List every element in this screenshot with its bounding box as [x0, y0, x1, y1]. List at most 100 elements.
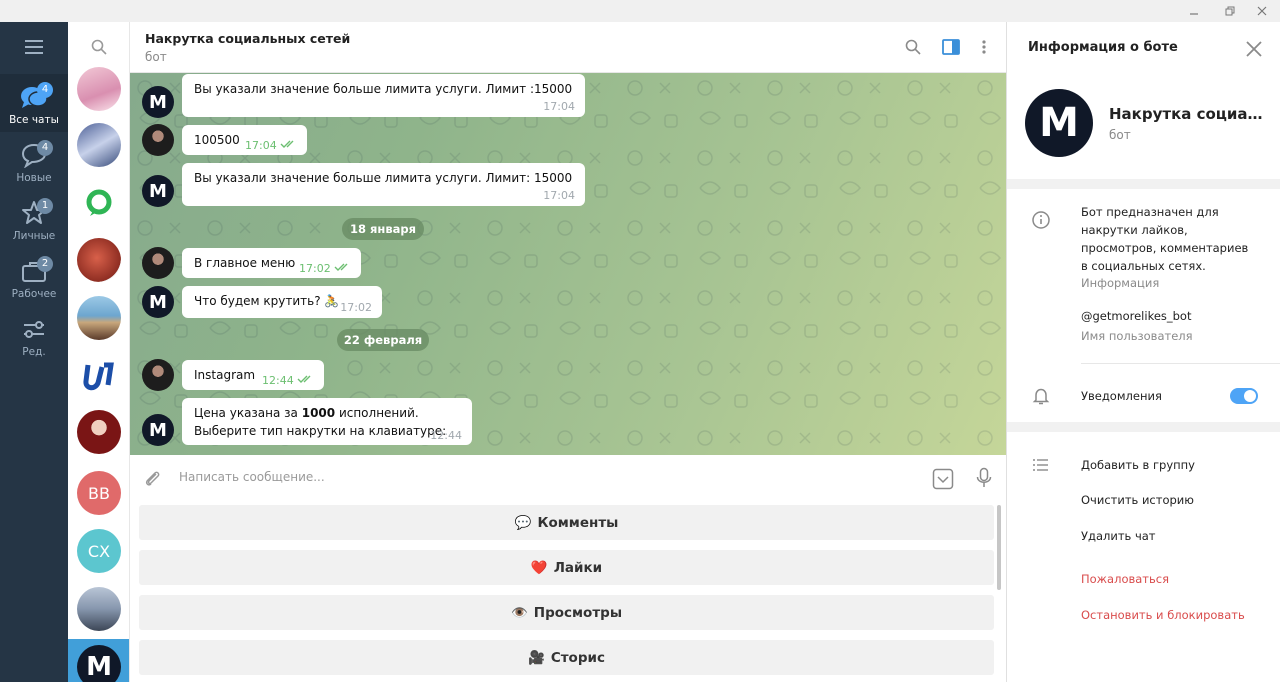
keyboard-button-stories[interactable]: 🎥 Сторис: [139, 640, 994, 675]
folders-sidebar: 4 Все чаты 4 Новые 1 Личные 2 Рабочее Ре…: [0, 22, 68, 682]
bot-avatar[interactable]: M: [142, 175, 174, 207]
chat-avatar[interactable]: [77, 238, 121, 282]
search-icon[interactable]: [68, 22, 129, 72]
message-bubble-in[interactable]: Вы указали значение больше лимита услуги…: [182, 74, 585, 117]
folder-label: Рабочее: [11, 288, 57, 300]
folder-work[interactable]: 2 Рабочее: [0, 248, 68, 306]
keyboard-button-label: Сторис: [550, 649, 605, 666]
unread-badge: 4: [37, 140, 53, 156]
chat-title[interactable]: Накрутка социальных сетей: [145, 31, 350, 46]
message-text: Вы указали значение больше лимита услуги…: [194, 82, 573, 96]
user-avatar[interactable]: [142, 247, 174, 279]
avatar-initials: BB: [88, 483, 110, 503]
folder-personal[interactable]: 1 Личные: [0, 190, 68, 248]
keyboard-scrollbar[interactable]: [997, 505, 1001, 590]
date-separator: 22 февраля: [337, 329, 429, 351]
menu-icon[interactable]: [0, 22, 68, 72]
unread-badge: 4: [37, 82, 53, 98]
chat-panel: Накрутка социальных сетей бот M Вы указа…: [130, 22, 1006, 682]
bell-icon: [1032, 388, 1050, 405]
message-bubble-in[interactable]: Вы указали значение больше лимита услуги…: [182, 163, 585, 206]
keyboard-button-label: Лайки: [553, 559, 603, 576]
unread-badge: 1: [37, 198, 53, 214]
folder-label: Личные: [12, 230, 56, 242]
notifications-toggle[interactable]: [1230, 388, 1258, 404]
chat-avatar: M: [77, 645, 121, 682]
description-hint: Информация: [1081, 276, 1160, 290]
folder-all-chats[interactable]: 4 Все чаты: [0, 74, 68, 132]
chat-subtitle: бот: [145, 50, 167, 64]
folder-new[interactable]: 4 Новые: [0, 132, 68, 190]
bot-avatar-large[interactable]: M: [1025, 89, 1093, 157]
report-button[interactable]: Пожаловаться: [1081, 572, 1169, 586]
message-bubble-out[interactable]: Instagram 12:44: [182, 360, 324, 390]
chat-header: Накрутка социальных сетей бот: [130, 22, 1006, 73]
microphone-icon[interactable]: [974, 467, 994, 489]
window-titlebar: [0, 0, 1280, 22]
add-to-group-button[interactable]: Добавить в группу: [1081, 458, 1195, 472]
search-icon[interactable]: [902, 36, 924, 58]
message-bubble-out[interactable]: 100500 17:04: [182, 125, 307, 155]
notifications-label: Уведомления: [1081, 389, 1162, 403]
chat-avatar[interactable]: [77, 67, 121, 111]
bot-description: Бот предназначен для накрутки лайков, пр…: [1081, 205, 1249, 273]
keyboard-button-likes[interactable]: ❤️ Лайки: [139, 550, 994, 585]
message-bubble-in[interactable]: Что будем крутить? 🚴 17:02: [182, 286, 382, 318]
message-bubble-out[interactable]: В главное меню 17:02: [182, 248, 361, 278]
chat-avatar[interactable]: CX: [77, 529, 121, 573]
bot-name: Накрутка социальных сетей: [1109, 105, 1264, 123]
bot-avatar[interactable]: M: [142, 86, 174, 118]
close-window-icon[interactable]: [1244, 0, 1280, 22]
chat-avatar[interactable]: [77, 410, 121, 454]
bot-keyboard: 💬 Комменты ❤️ Лайки 👁️ Просмотры 🎥 Стори…: [130, 502, 1006, 682]
bot-avatar[interactable]: M: [142, 286, 174, 318]
section-divider: [1007, 179, 1280, 189]
list-icon: [1033, 459, 1048, 471]
clear-history-button[interactable]: Очистить историю: [1081, 493, 1194, 507]
chat-avatar[interactable]: [77, 181, 121, 225]
keyboard-button-label: Комменты: [537, 514, 619, 531]
message-bubble-in[interactable]: Цена указана за 1000 исполнений. Выберит…: [182, 398, 472, 445]
video-camera-icon: 🎥: [528, 649, 545, 666]
chat-avatar[interactable]: [77, 296, 121, 340]
message-time: 12:44: [262, 374, 294, 387]
keyboard-button-comments[interactable]: 💬 Комменты: [139, 505, 994, 540]
keyboard-button-views[interactable]: 👁️ Просмотры: [139, 595, 994, 630]
stop-and-block-button[interactable]: Остановить и блокировать: [1081, 608, 1245, 622]
chat-list-item-active[interactable]: M: [68, 639, 129, 682]
bot-avatar[interactable]: M: [142, 414, 174, 446]
chat-avatar[interactable]: [77, 354, 121, 398]
chat-avatar[interactable]: BB: [77, 471, 121, 515]
chat-logo-icon: [83, 362, 114, 391]
sidebar-toggle-icon[interactable]: [940, 36, 962, 58]
read-checks-icon: [334, 263, 348, 271]
speech-bubble-icon: 💬: [514, 514, 532, 531]
user-avatar[interactable]: [142, 359, 174, 391]
folder-label: Все чаты: [9, 114, 59, 126]
message-input[interactable]: Написать сообщение...: [179, 470, 325, 484]
message-time: 17:02: [299, 262, 331, 275]
bot-subtitle: бот: [1109, 128, 1131, 142]
folder-label: Новые: [16, 172, 52, 184]
chat-avatar[interactable]: [77, 123, 121, 167]
message-text: Вы указали значение больше лимита услуги…: [194, 171, 573, 185]
avatar-initials: CX: [87, 541, 111, 561]
message-history[interactable]: M Вы указали значение больше лимита услу…: [130, 73, 1006, 455]
chat-logo-icon: [86, 189, 112, 216]
message-time: 17:04: [543, 100, 575, 113]
restore-icon[interactable]: [1212, 0, 1248, 22]
message-time: 17:02: [340, 301, 372, 314]
read-checks-icon: [280, 140, 294, 148]
folder-edit[interactable]: Ред.: [0, 306, 68, 364]
close-icon[interactable]: [1243, 38, 1265, 60]
user-avatar[interactable]: [142, 124, 174, 156]
minimize-icon[interactable]: [1176, 0, 1212, 22]
chat-avatar[interactable]: [77, 587, 121, 631]
delete-chat-button[interactable]: Удалить чат: [1081, 529, 1156, 543]
bot-username[interactable]: @getmorelikes_bot: [1081, 307, 1191, 325]
more-options-icon[interactable]: [973, 36, 995, 58]
attach-icon[interactable]: [142, 468, 162, 488]
message-text: 100500: [194, 133, 240, 147]
chat-list: BB CX M: [68, 22, 130, 682]
bot-keyboard-icon[interactable]: [932, 468, 954, 490]
